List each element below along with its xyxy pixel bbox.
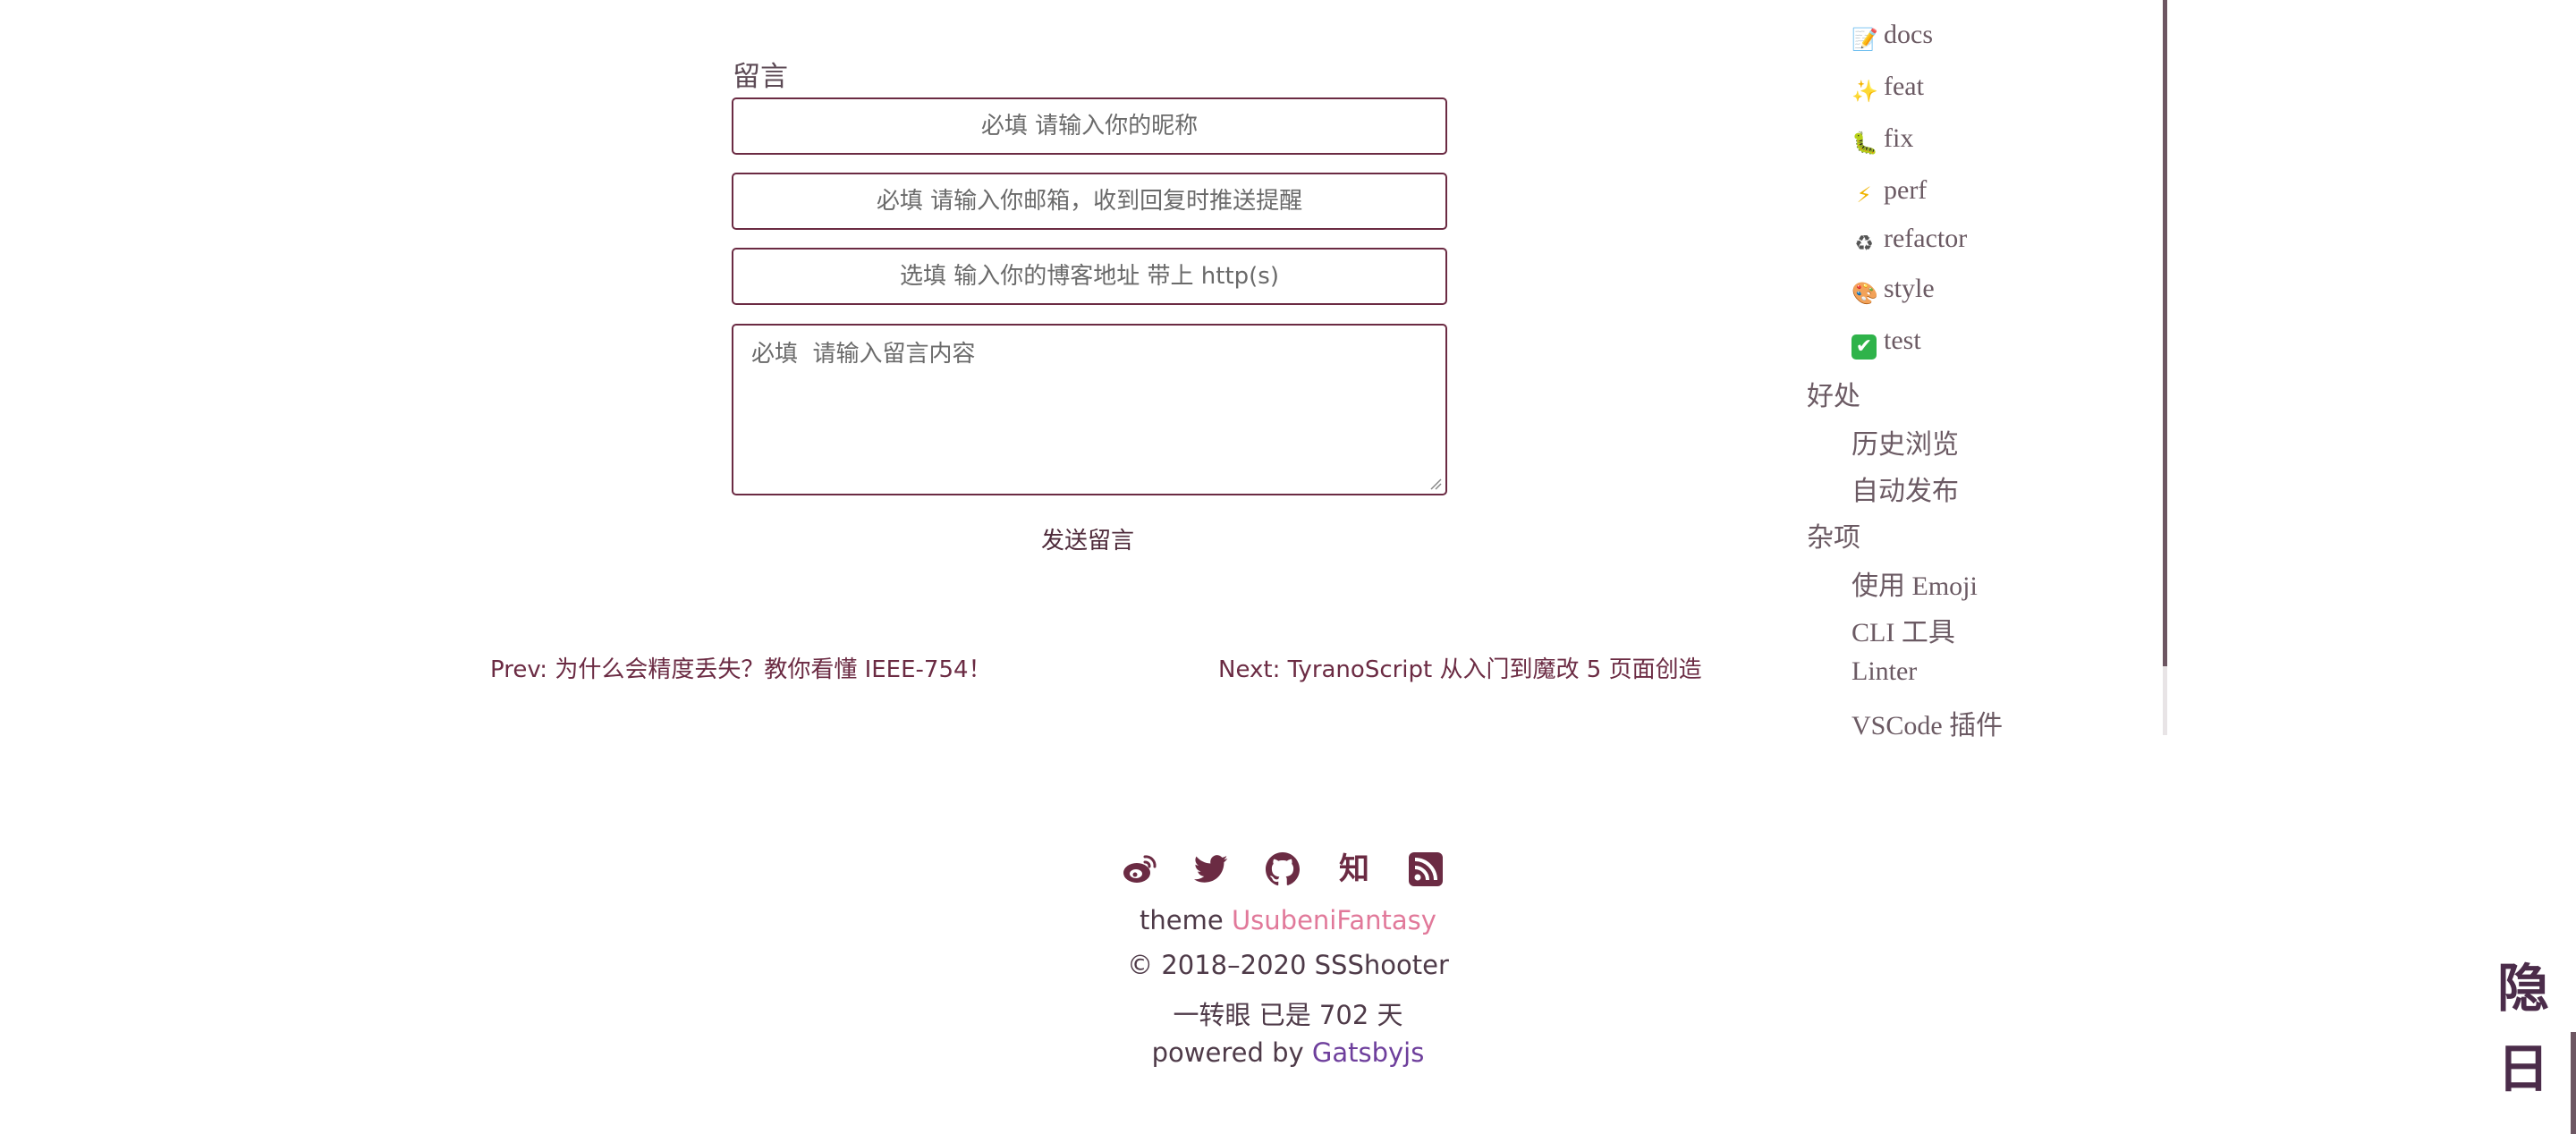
toc-item-history[interactable]: 历史浏览 [1852,422,1959,461]
toc-item-label: perf [1884,175,1928,205]
nickname-input[interactable] [732,97,1447,155]
toc-item-docs[interactable]: 📝 docs [1852,20,1933,52]
toc-item-style[interactable]: 🎨 style [1852,274,1935,306]
toc-item-label: feat [1884,72,1924,101]
theme-credit: theme UsubeniFantasy [1140,905,1436,935]
resize-grip-icon[interactable] [1429,478,1442,490]
github-icon[interactable] [1265,851,1301,887]
toc-item-label: fix [1884,123,1914,153]
copyright: © 2018–2020 SSShooter [1127,950,1449,980]
hide-toggle-button[interactable]: 隐 [2497,957,2549,1020]
toc-item-cli[interactable]: CLI 工具 [1852,610,1955,649]
toc-item-label: style [1884,274,1935,303]
sparkles-icon: ✨ [1852,79,1878,104]
toc-item-label: test [1884,326,1921,355]
toc-item-refactor[interactable]: ♻ refactor [1852,224,1967,256]
uptime-counter: 一转眼 已是 702 天 [1173,1000,1403,1030]
toc-section-misc[interactable]: 杂项 [1807,515,1860,554]
page-scroll-indicator [2571,1032,2576,1134]
email-input[interactable] [732,173,1447,230]
toc-item-test[interactable]: ✔ test [1852,326,1921,360]
table-of-contents: 📝 docs ✨ feat 🐛 fix ⚡ perf ♻ refactor 🎨 style … [1798,0,2174,740]
toc-item-emoji[interactable]: 使用 Emoji [1852,563,1978,603]
theme-link[interactable]: UsubeniFantasy [1232,905,1436,935]
gatsby-link[interactable]: Gatsbyjs [1312,1037,1424,1068]
recycle-icon: ♻ [1854,231,1874,256]
toc-scroll-thumb[interactable] [2163,0,2167,666]
website-input[interactable] [732,248,1447,305]
twitter-icon[interactable] [1193,851,1229,887]
toc-item-linter[interactable]: Linter [1852,656,1917,687]
toc-item-fix[interactable]: 🐛 fix [1852,123,1913,156]
memo-icon: 📝 [1852,27,1878,52]
toc-item-feat[interactable]: ✨ feat [1852,72,1924,104]
toc-item-vscode[interactable]: VSCode 插件 [1852,703,2003,742]
weibo-icon[interactable] [1122,851,1157,887]
powered-by: powered by Gatsbyjs [1151,1037,1425,1068]
send-comment-button[interactable]: 发送留言 [1041,522,1134,555]
social-links: 知 [1122,851,1444,887]
toc-item-label: refactor [1884,224,1968,253]
toc-item-label: docs [1884,20,1933,49]
rss-icon[interactable] [1408,851,1444,887]
prev-post-link[interactable]: Prev: 为什么会精度丢失？教你看懂 IEEE-754！ [490,651,992,684]
comment-content-textarea[interactable] [732,324,1447,495]
zap-icon: ⚡ [1856,182,1872,207]
next-post-link[interactable]: Next: TyranoScript 从入门到魔改 5 页面创造 [1218,651,1702,684]
bug-icon: 🐛 [1852,131,1878,156]
check-mark-icon: ✔ [1852,334,1877,360]
art-icon: 🎨 [1852,281,1878,306]
toc-item-perf[interactable]: ⚡ perf [1852,175,1928,207]
comment-section-title: 留言 [733,61,788,93]
toc-item-auto-publish[interactable]: 自动发布 [1852,469,1959,508]
day-mode-button[interactable]: 日 [2497,1037,2549,1100]
toc-section-benefits[interactable]: 好处 [1807,374,1860,413]
zhihu-icon[interactable]: 知 [1336,851,1372,887]
